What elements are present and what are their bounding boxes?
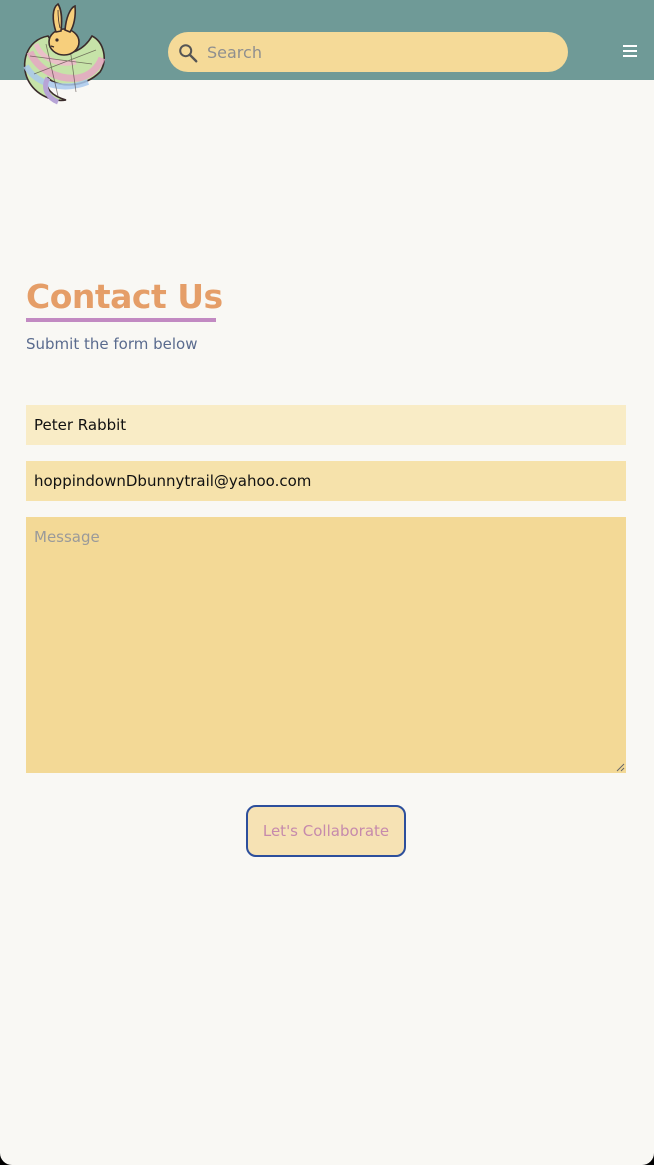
page-subtitle: Submit the form below: [26, 335, 198, 353]
search-icon[interactable]: [177, 42, 199, 64]
title-underline: [26, 318, 216, 322]
lets-collaborate-button[interactable]: Let's Collaborate: [246, 805, 406, 857]
message-field[interactable]: [26, 517, 626, 773]
search-input[interactable]: [207, 32, 557, 72]
bunny-scarf-logo[interactable]: [18, 0, 108, 106]
hamburger-menu-icon[interactable]: [623, 45, 637, 58]
search-bar[interactable]: [168, 32, 568, 72]
resize-grip-icon[interactable]: [616, 763, 625, 772]
contact-title-block: Contact Us: [26, 276, 223, 322]
page: Contact Us Submit the form below Let's C…: [0, 0, 654, 1165]
page-title: Contact Us: [26, 277, 223, 316]
email-field[interactable]: [26, 461, 626, 501]
name-field[interactable]: [26, 405, 626, 445]
